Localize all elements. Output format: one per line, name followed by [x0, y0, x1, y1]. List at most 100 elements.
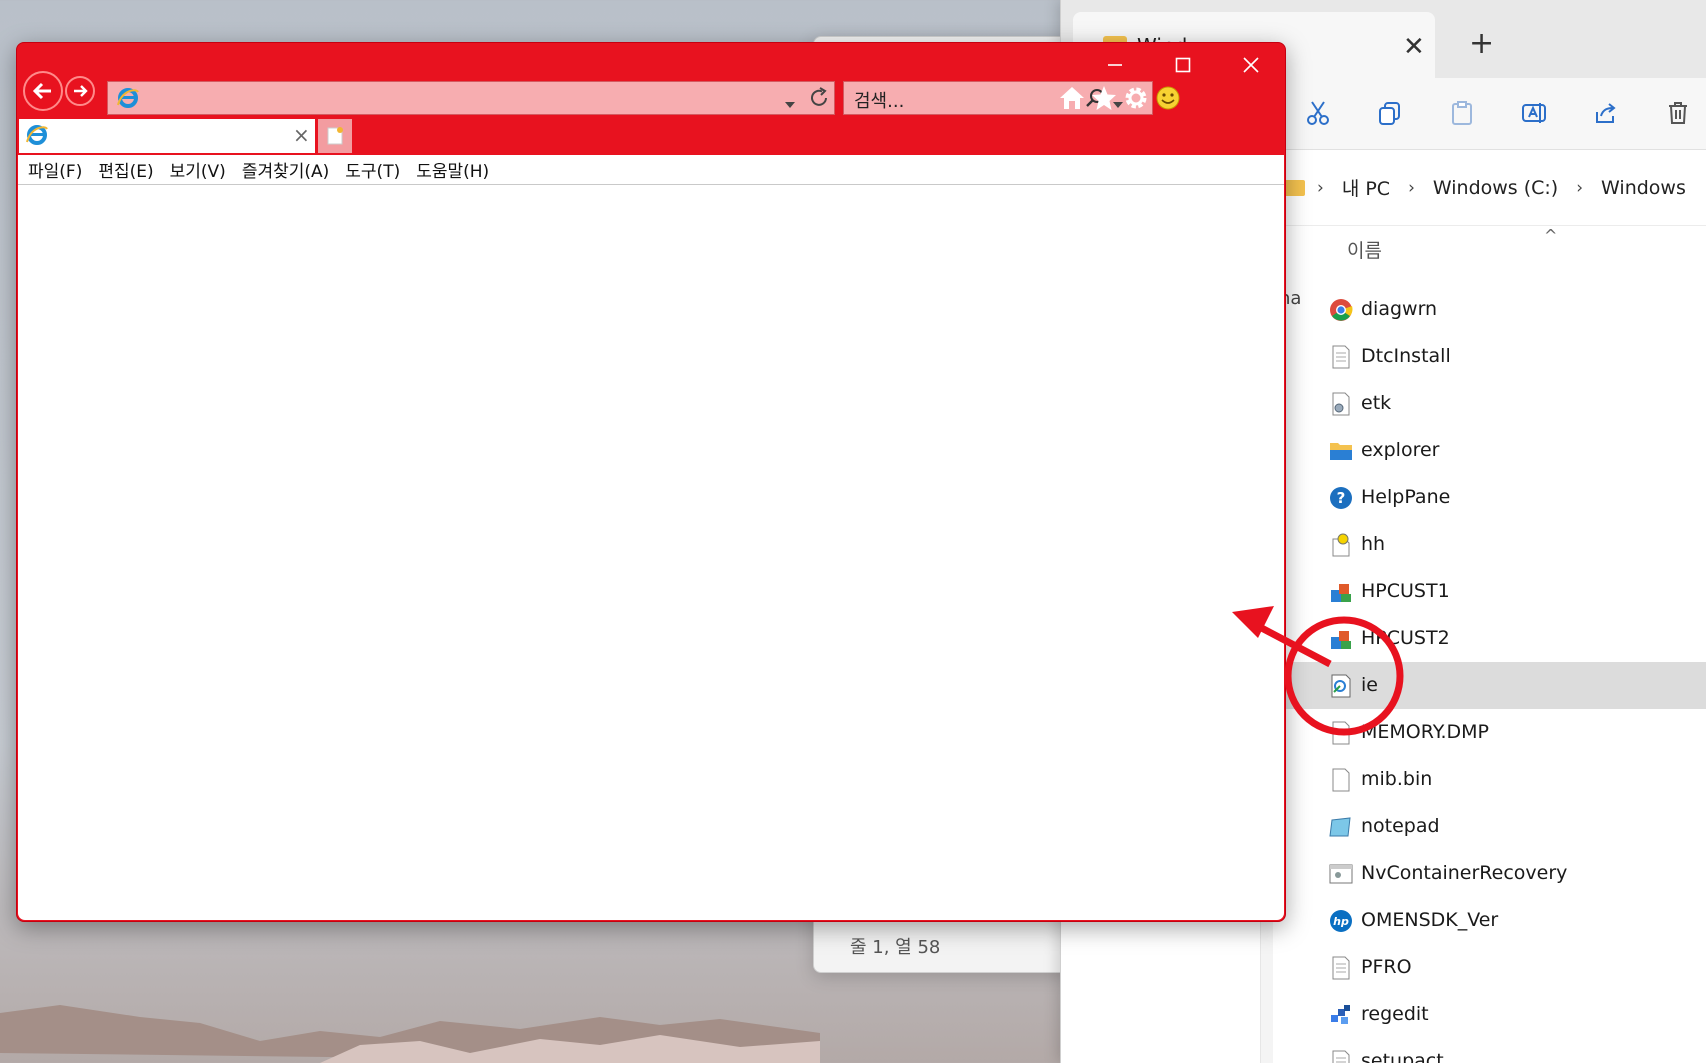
paste-icon[interactable] — [1447, 98, 1477, 128]
desktop-wallpaper — [0, 1005, 820, 1063]
file-row[interactable]: hh — [1273, 521, 1706, 568]
file-row[interactable]: notepad — [1273, 803, 1706, 850]
favorites-star-icon[interactable] — [1089, 83, 1119, 113]
menu-item[interactable]: 편집(E) — [98, 157, 153, 182]
file-name: setupact — [1361, 1050, 1444, 1063]
close-tab-button[interactable]: ✕ — [1403, 32, 1425, 62]
file-name: explorer — [1361, 439, 1440, 461]
close-tab-button[interactable]: × — [293, 123, 310, 147]
close-button[interactable] — [1217, 43, 1285, 87]
rename-icon[interactable] — [1519, 98, 1549, 128]
chevron-right-icon: › — [1317, 177, 1324, 198]
delete-icon[interactable] — [1663, 98, 1693, 128]
file-name: MEMORY.DMP — [1361, 721, 1490, 743]
svg-text:hp: hp — [1333, 915, 1349, 928]
ie-menu-bar: 파일(F) 편집(E) 보기(V) 즐겨찾기(A) 도구(T) 도움말(H) — [18, 155, 1284, 185]
file-row[interactable]: setupact — [1273, 1038, 1706, 1063]
file-name: diagwrn — [1361, 298, 1438, 320]
file-name: HPCUST1 — [1361, 580, 1450, 602]
gear-icon[interactable] — [1121, 83, 1151, 113]
ie-logo-icon — [25, 123, 49, 151]
search-input[interactable]: 검색... — [854, 87, 904, 113]
file-name: OMENSDK_Ver — [1361, 909, 1499, 931]
file-row[interactable]: PFRO — [1273, 944, 1706, 991]
help-icon: ? — [1329, 486, 1353, 510]
file-name: NvContainerRecovery — [1361, 862, 1568, 884]
file-name: etk — [1361, 392, 1392, 414]
ie-logo-icon — [116, 86, 140, 114]
breadcrumb-windows[interactable]: Windows — [1601, 177, 1686, 199]
dropdown-arrow-icon[interactable] — [784, 94, 796, 113]
address-box[interactable] — [107, 81, 835, 115]
column-name-header[interactable]: 이름 — [1347, 236, 1382, 263]
chevron-right-icon: › — [1408, 177, 1415, 198]
file-name: hh — [1361, 533, 1386, 555]
folder-icon — [1329, 439, 1353, 463]
file-name: ie — [1361, 674, 1378, 696]
breadcrumb-drive-c[interactable]: Windows (C:) — [1433, 177, 1558, 199]
app-window-icon — [1329, 862, 1353, 886]
file-row[interactable]: ie — [1273, 662, 1706, 709]
maximize-button[interactable] — [1149, 43, 1217, 87]
chrome-icon — [1329, 298, 1353, 322]
cursor-position: 줄 1, 열 58 — [850, 937, 941, 958]
chevron-right-icon: › — [1576, 177, 1584, 198]
ie-content-area[interactable] — [18, 185, 1284, 920]
cut-icon[interactable] — [1303, 98, 1333, 128]
internet-explorer-window[interactable]: 검색... × 파일(F) 편집(E) 보기(V) 즐겨찾기(A) 도구(T) 도움말(H… — [16, 42, 1286, 922]
refresh-icon[interactable] — [808, 87, 830, 113]
file-row[interactable]: hp OMENSDK_Ver — [1273, 897, 1706, 944]
menu-item[interactable]: 보기(V) — [170, 157, 226, 182]
ie-tab[interactable]: × — [19, 119, 315, 153]
file-name: regedit — [1361, 1003, 1429, 1025]
notepad-status-bar: 줄 1, 열 58 — [814, 916, 1072, 972]
menu-item[interactable]: 파일(F) — [28, 157, 82, 182]
share-icon[interactable] — [1591, 98, 1621, 128]
regedit-icon — [1329, 1003, 1353, 1027]
file-row[interactable]: HPCUST2 — [1273, 615, 1706, 662]
home-icon[interactable] — [1057, 83, 1087, 113]
installer-icon — [1329, 580, 1353, 604]
text-file-icon — [1329, 1050, 1353, 1063]
settings-file-icon — [1329, 392, 1353, 416]
ie-tab-strip: × — [17, 119, 1285, 155]
installer-icon — [1329, 627, 1353, 651]
file-list: diagwrn DtcInstall etk explorer? HelpPane hh H… — [1273, 286, 1706, 1063]
file-name: mib.bin — [1361, 768, 1433, 790]
smiley-feedback-icon[interactable] — [1153, 83, 1183, 113]
blank-file-icon — [1329, 768, 1353, 792]
file-name: HelpPane — [1361, 486, 1451, 508]
ie-shortcut-icon — [1329, 674, 1353, 698]
file-row[interactable]: regedit — [1273, 991, 1706, 1038]
forward-button[interactable] — [65, 76, 95, 106]
breadcrumb-this-pc[interactable]: 내 PC — [1342, 174, 1390, 201]
file-name: notepad — [1361, 815, 1440, 837]
file-row[interactable]: MEMORY.DMP — [1273, 709, 1706, 756]
blank-file-icon — [1329, 721, 1353, 745]
file-row[interactable]: ? HelpPane — [1273, 474, 1706, 521]
notepad-icon — [1329, 815, 1353, 839]
text-file-icon — [1329, 345, 1353, 369]
file-row[interactable]: DtcInstall — [1273, 333, 1706, 380]
menu-item[interactable]: 즐겨찾기(A) — [242, 157, 329, 182]
back-button[interactable] — [23, 71, 63, 111]
file-name: DtcInstall — [1361, 345, 1451, 367]
new-tab-button[interactable]: + — [1469, 26, 1494, 61]
new-tab-button[interactable] — [318, 119, 352, 153]
breadcrumb: › 내 PC › Windows (C:) › Windows — [1317, 174, 1686, 201]
hp-icon: hp — [1329, 909, 1353, 933]
menu-item[interactable]: 도움말(H) — [416, 157, 489, 182]
file-row[interactable]: etk — [1273, 380, 1706, 427]
file-row[interactable]: NvContainerRecovery — [1273, 850, 1706, 897]
help-file-icon — [1329, 533, 1353, 557]
file-row[interactable]: HPCUST1 — [1273, 568, 1706, 615]
new-tab-icon — [327, 127, 343, 145]
svg-text:?: ? — [1337, 489, 1346, 507]
file-row[interactable]: mib.bin — [1273, 756, 1706, 803]
file-row[interactable]: explorer — [1273, 427, 1706, 474]
arrow-left-icon — [32, 82, 51, 100]
copy-icon[interactable] — [1375, 98, 1405, 128]
arrow-right-icon — [74, 85, 88, 97]
menu-item[interactable]: 도구(T) — [345, 157, 400, 182]
file-row[interactable]: diagwrn — [1273, 286, 1706, 333]
